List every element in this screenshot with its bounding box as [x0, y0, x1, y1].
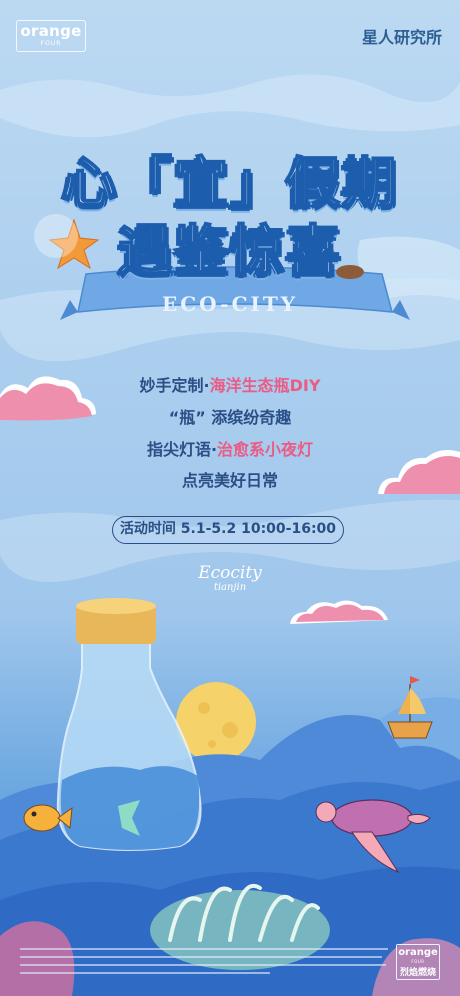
- activity-3-pink: 治愈系小夜灯: [217, 440, 314, 459]
- footer-logo-sub: FOUR: [411, 959, 425, 964]
- activity-line-3: 指尖灯语·治愈系小夜灯: [0, 436, 460, 460]
- ecocity-script-logo: Ecocity: [198, 563, 262, 583]
- logo-main-text: orange: [20, 22, 82, 40]
- event-time-pill: 活动时间 5.1-5.2 10:00-16:00: [112, 516, 344, 544]
- activity-line-4: 点亮美好日常: [0, 467, 460, 491]
- logo-sub-text: FOUR: [40, 40, 62, 47]
- activity-3-dark: 指尖灯语·: [146, 440, 218, 459]
- brand-right-logo: 星人研究所: [361, 28, 442, 47]
- footer-logo: orange FOUR 烈焰燃烧: [396, 944, 440, 980]
- pink-cloud-mid: [290, 600, 388, 624]
- orange-four-logo: orange FOUR: [16, 20, 86, 52]
- footer-logo-cn: 烈焰燃烧: [399, 968, 436, 978]
- activity-1-dark: 妙手定制·: [139, 376, 210, 395]
- footer-logo-main: orange: [398, 947, 438, 958]
- activity-2-dark: “瓶” 添缤纷奇趣: [168, 408, 292, 427]
- ecocity-script-sub: tianjin: [213, 582, 247, 593]
- activity-4-dark: 点亮美好日常: [181, 471, 278, 490]
- title-line-2: 遇鉴惊喜: [117, 218, 342, 283]
- footer-fine-print: [20, 948, 388, 974]
- activity-1-pink: 海洋生态瓶DIY: [209, 376, 321, 395]
- activity-line-2: “瓶” 添缤纷奇趣: [0, 404, 460, 428]
- ribbon-text: ECO-CITY: [161, 292, 299, 316]
- activity-line-1: 妙手定制·海洋生态瓶DIY: [0, 372, 460, 396]
- poster: orange FOUR 星人研究所 心「宜」假期 遇鉴惊喜 ECO-CITY 妙…: [0, 0, 460, 996]
